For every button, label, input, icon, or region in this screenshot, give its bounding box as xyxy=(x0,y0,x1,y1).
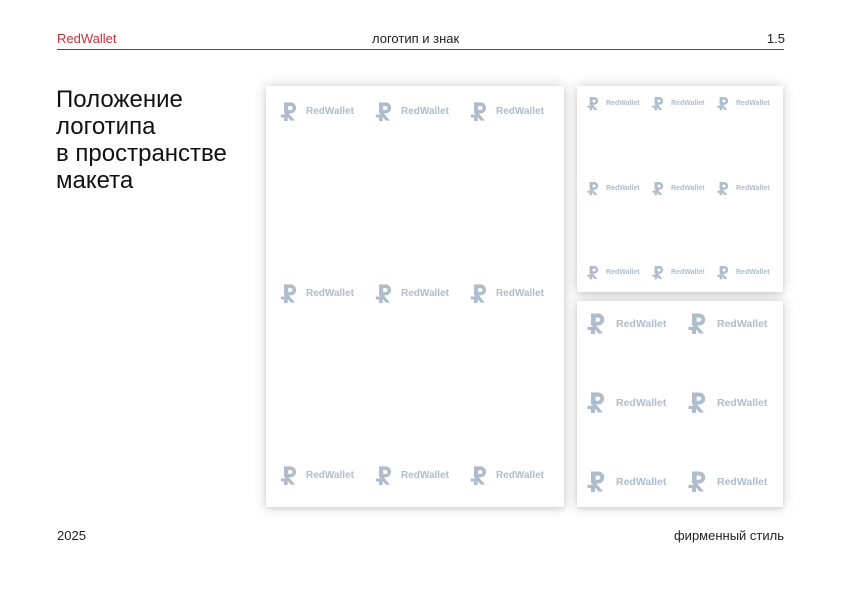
logo-wordmark: RedWallet xyxy=(616,475,667,488)
logo-lockup: RedWallet xyxy=(587,312,666,335)
redwallet-r-icon xyxy=(375,465,401,486)
redwallet-r-icon xyxy=(587,312,616,335)
logo-lockup: RedWallet xyxy=(688,391,767,414)
logo-lockup: RedWallet xyxy=(717,265,770,280)
logo-lockup: RedWallet xyxy=(717,96,770,111)
logo-wordmark: RedWallet xyxy=(736,269,770,276)
logo-wordmark: RedWallet xyxy=(606,269,640,276)
header-divider xyxy=(57,49,784,50)
redwallet-r-icon xyxy=(587,96,606,111)
logo-wordmark: RedWallet xyxy=(717,475,768,488)
redwallet-r-icon xyxy=(717,265,736,280)
header-page-number: 1.5 xyxy=(766,31,785,46)
logo-lockup: RedWallet xyxy=(587,96,640,111)
logo-wordmark: RedWallet xyxy=(606,100,640,107)
logo-wordmark: RedWallet xyxy=(496,106,544,117)
logo-wordmark: RedWallet xyxy=(671,185,705,192)
layout-sheet-a4: RedWallet RedWallet RedWallet RedWallet RedW… xyxy=(266,86,564,507)
redwallet-r-icon xyxy=(280,101,306,122)
redwallet-r-icon xyxy=(688,391,717,414)
redwallet-r-icon xyxy=(280,283,306,304)
redwallet-r-icon xyxy=(375,283,401,304)
logo-lockup: RedWallet xyxy=(375,465,449,486)
logo-wordmark: RedWallet xyxy=(671,100,705,107)
redwallet-r-icon xyxy=(587,265,606,280)
redwallet-r-icon xyxy=(688,470,717,493)
logo-wordmark: RedWallet xyxy=(717,317,768,330)
logo-wordmark: RedWallet xyxy=(306,106,354,117)
page-title-line: логотипа xyxy=(56,113,156,140)
logo-lockup: RedWallet xyxy=(280,465,354,486)
redwallet-r-icon xyxy=(280,465,306,486)
page-title-line: Положение xyxy=(56,86,183,113)
logo-wordmark: RedWallet xyxy=(401,288,449,299)
redwallet-r-icon xyxy=(470,101,496,122)
page-title: Положение логотипа в пространстве макета xyxy=(56,86,261,194)
logo-wordmark: RedWallet xyxy=(606,185,640,192)
logo-lockup: RedWallet xyxy=(375,283,449,304)
logo-wordmark: RedWallet xyxy=(616,396,667,409)
logo-lockup: RedWallet xyxy=(652,96,705,111)
redwallet-r-icon xyxy=(470,465,496,486)
redwallet-r-icon xyxy=(470,283,496,304)
logo-lockup: RedWallet xyxy=(688,312,767,335)
header-brand: RedWallet xyxy=(57,31,117,46)
logo-lockup: RedWallet xyxy=(587,470,666,493)
redwallet-r-icon xyxy=(587,470,616,493)
redwallet-r-icon xyxy=(717,181,736,196)
logo-wordmark: RedWallet xyxy=(496,470,544,481)
page-title-line: макета xyxy=(56,167,134,194)
redwallet-r-icon xyxy=(652,181,671,196)
logo-lockup: RedWallet xyxy=(587,391,666,414)
logo-wordmark: RedWallet xyxy=(616,317,667,330)
logo-lockup: RedWallet xyxy=(280,283,354,304)
logo-wordmark: RedWallet xyxy=(717,396,768,409)
logo-lockup: RedWallet xyxy=(652,181,705,196)
logo-wordmark: RedWallet xyxy=(736,185,770,192)
redwallet-r-icon xyxy=(587,181,606,196)
footer-label: фирменный стиль xyxy=(673,528,784,543)
footer-year: 2025 xyxy=(57,528,86,543)
layout-sheet-square-top: RedWallet RedWallet RedWallet RedWallet RedW… xyxy=(577,86,783,292)
logo-lockup: RedWallet xyxy=(717,181,770,196)
page-title-line: в пространстве xyxy=(56,140,227,167)
logo-wordmark: RedWallet xyxy=(306,288,354,299)
logo-lockup: RedWallet xyxy=(375,101,449,122)
logo-wordmark: RedWallet xyxy=(736,100,770,107)
redwallet-r-icon xyxy=(375,101,401,122)
logo-lockup: RedWallet xyxy=(587,265,640,280)
logo-lockup: RedWallet xyxy=(470,465,544,486)
redwallet-r-icon xyxy=(717,96,736,111)
redwallet-r-icon xyxy=(587,391,616,414)
logo-lockup: RedWallet xyxy=(470,101,544,122)
logo-wordmark: RedWallet xyxy=(306,470,354,481)
logo-lockup: RedWallet xyxy=(280,101,354,122)
redwallet-r-icon xyxy=(688,312,717,335)
logo-lockup: RedWallet xyxy=(652,265,705,280)
logo-wordmark: RedWallet xyxy=(671,269,705,276)
layout-sheet-square-bottom: RedWallet RedWallet RedWallet RedWallet RedW… xyxy=(577,301,783,507)
logo-wordmark: RedWallet xyxy=(496,288,544,299)
logo-lockup: RedWallet xyxy=(688,470,767,493)
logo-lockup: RedWallet xyxy=(587,181,640,196)
logo-wordmark: RedWallet xyxy=(401,470,449,481)
logo-lockup: RedWallet xyxy=(470,283,544,304)
redwallet-r-icon xyxy=(652,265,671,280)
header-section-title: логотип и знак xyxy=(372,31,460,46)
logo-wordmark: RedWallet xyxy=(401,106,449,117)
redwallet-r-icon xyxy=(652,96,671,111)
